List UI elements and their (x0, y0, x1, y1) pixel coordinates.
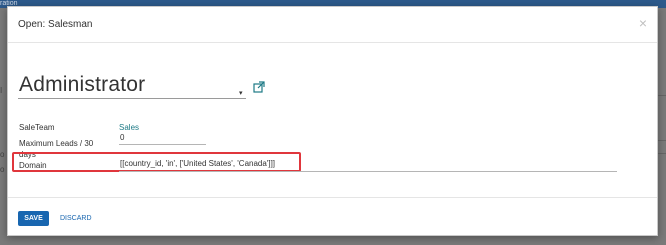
salesman-name-field[interactable]: Administrator (18, 73, 246, 99)
chevron-down-icon[interactable]: ▾ (239, 89, 243, 97)
background-fragment: o (0, 150, 5, 159)
salesman-dialog: Open: Salesman × Administrator ▾ SaleTea… (7, 6, 658, 236)
background-fragment: o (0, 165, 5, 174)
salesman-name-value: Administrator (19, 73, 146, 96)
discard-button[interactable]: DISCARD (60, 211, 92, 226)
max-leads-label: Maximum Leads / 30 (19, 139, 94, 148)
save-button[interactable]: SAVE (18, 211, 49, 226)
dialog-header: Open: Salesman × (8, 7, 657, 43)
background-fragment: I (0, 86, 3, 95)
close-icon[interactable]: × (639, 16, 647, 30)
dialog-body: Administrator ▾ SaleTeam Sales Maximum L… (8, 44, 657, 202)
dialog-footer: SAVE DISCARD (8, 197, 657, 237)
sales-team-label: SaleTeam (19, 123, 55, 132)
dialog-title: Open: Salesman (18, 19, 93, 30)
domain-label: Domain (19, 161, 47, 170)
background-divider (658, 95, 666, 96)
max-leads-input[interactable]: 0 (119, 132, 206, 145)
background-divider (658, 153, 666, 154)
background-divider (658, 140, 666, 141)
external-link-icon[interactable] (253, 80, 265, 93)
domain-input[interactable]: [[country_id, 'in', ['United States', 'C… (119, 158, 617, 172)
